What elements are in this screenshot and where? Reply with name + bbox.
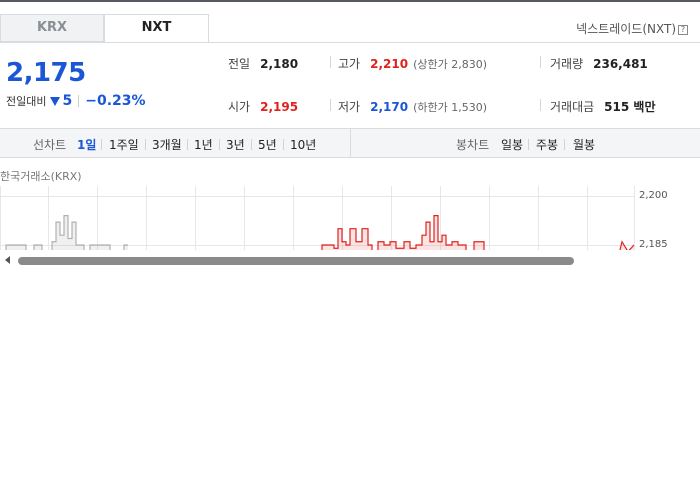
stat-label: 전일 bbox=[228, 57, 251, 71]
period-1w[interactable]: 1주일 bbox=[109, 136, 139, 153]
period-1y[interactable]: 1년 bbox=[194, 136, 213, 153]
stat-amount: 거래대금 515 백만 bbox=[550, 98, 655, 115]
lower-limit: (하한가 1,530) bbox=[413, 101, 487, 114]
bar-divider bbox=[350, 129, 351, 158]
stat-label: 시가 bbox=[228, 100, 251, 114]
stat-label: 고가 bbox=[338, 57, 361, 71]
candle-weekly[interactable]: 주봉 bbox=[536, 136, 558, 153]
period-5y[interactable]: 5년 bbox=[258, 136, 277, 153]
upper-limit: (상한가 2,830) bbox=[413, 58, 487, 71]
scrollbar-thumb[interactable] bbox=[18, 257, 574, 265]
period-3y[interactable]: 3년 bbox=[226, 136, 245, 153]
stat-open: 시가 2,195 bbox=[228, 98, 298, 115]
chart-scrollbar[interactable] bbox=[0, 252, 700, 268]
stat-high: 고가 2,210 (상한가 2,830) bbox=[338, 55, 487, 72]
period-divider bbox=[564, 139, 565, 150]
stat-divider bbox=[330, 56, 331, 68]
candle-daily[interactable]: 일봉 bbox=[501, 136, 523, 153]
period-divider bbox=[283, 139, 284, 150]
exchange-label: 한국거래소(KRX) bbox=[0, 170, 82, 183]
scroll-left-icon[interactable] bbox=[5, 256, 10, 264]
candle-chart-label: 봉차트 bbox=[456, 138, 490, 152]
stat-divider bbox=[330, 99, 331, 111]
period-10y[interactable]: 10년 bbox=[290, 136, 316, 153]
stat-label: 거래량 bbox=[550, 57, 584, 71]
line-chart-label: 선차트 bbox=[33, 138, 67, 152]
price-chart: 2,200 2,185 bbox=[0, 186, 700, 250]
stock-quote-panel: KRX NXT 넥스트레이드(NXT)? 2,175 전일대비 5 −0.23%… bbox=[0, 0, 700, 490]
down-arrow-icon bbox=[50, 96, 61, 106]
stat-value: 2,195 bbox=[260, 100, 299, 114]
stat-value: 236,481 bbox=[593, 57, 648, 71]
period-3m[interactable]: 3개월 bbox=[152, 136, 182, 153]
help-icon[interactable]: ? bbox=[678, 25, 688, 35]
stat-label: 저가 bbox=[338, 100, 361, 114]
change-divider bbox=[78, 95, 80, 107]
price-box: 2,175 전일대비 5 −0.23% bbox=[0, 42, 209, 128]
stat-value: 2,180 bbox=[260, 57, 299, 71]
price-chart-svg bbox=[0, 186, 635, 250]
stat-value: 2,170 bbox=[370, 100, 409, 114]
market-name-label: 넥스트레이드(NXT) bbox=[576, 22, 676, 36]
stat-prev-close: 전일 2,180 bbox=[228, 55, 298, 72]
stat-divider bbox=[540, 56, 541, 68]
current-price: 2,175 bbox=[6, 58, 86, 88]
stat-low: 저가 2,170 (하한가 1,530) bbox=[338, 98, 487, 115]
period-divider bbox=[251, 139, 252, 150]
period-divider bbox=[101, 139, 102, 150]
tab-nxt[interactable]: NXT bbox=[104, 14, 209, 43]
stat-volume: 거래량 236,481 bbox=[550, 55, 648, 72]
stat-label: 거래대금 bbox=[550, 100, 595, 114]
stat-divider bbox=[540, 99, 541, 111]
period-1d[interactable]: 1일 bbox=[77, 136, 96, 153]
y-tick-label: 2,185 bbox=[639, 239, 668, 250]
stat-value: 515 백만 bbox=[604, 100, 656, 114]
change-percent: −0.23% bbox=[85, 93, 146, 109]
period-divider bbox=[528, 139, 529, 150]
period-divider bbox=[219, 139, 220, 150]
tab-krx[interactable]: KRX bbox=[0, 14, 104, 42]
change-label: 전일대비 bbox=[6, 95, 47, 108]
change-row: 전일대비 5 −0.23% bbox=[6, 93, 146, 109]
period-divider bbox=[145, 139, 146, 150]
candle-monthly[interactable]: 월봉 bbox=[573, 136, 595, 153]
period-divider bbox=[187, 139, 188, 150]
top-border bbox=[0, 0, 700, 2]
y-tick-label: 2,200 bbox=[639, 190, 668, 201]
stat-value: 2,210 bbox=[370, 57, 409, 71]
chart-period-bar: 선차트 1일 1주일 3개월 1년 3년 5년 10년 봉차트 일봉 주봉 월봉 bbox=[0, 128, 700, 158]
market-name: 넥스트레이드(NXT)? bbox=[576, 20, 688, 37]
change-value: 5 bbox=[62, 93, 73, 109]
